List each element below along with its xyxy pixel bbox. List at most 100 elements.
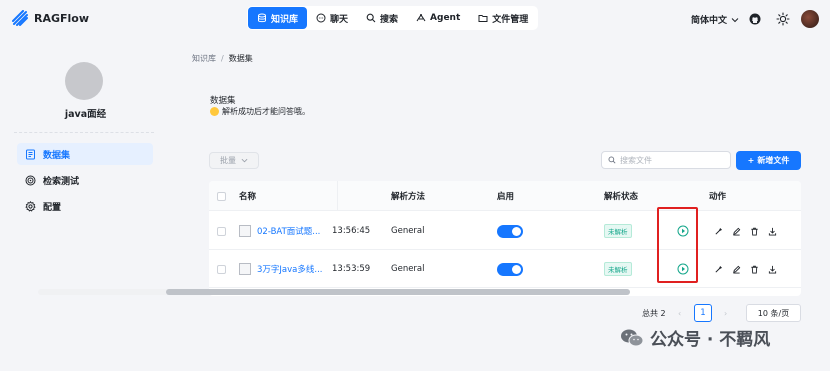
knowledge-base-avatar <box>65 62 103 100</box>
nav-label: 聊天 <box>330 14 349 25</box>
nav-file-manager[interactable]: 文件管理 <box>469 7 537 29</box>
gear-icon <box>25 200 36 212</box>
app-logo[interactable]: RAGFlow <box>12 10 89 26</box>
select-all-checkbox[interactable] <box>217 181 226 211</box>
parse-method: General <box>391 226 425 236</box>
breadcrumb-current: 数据集 <box>228 54 253 63</box>
download-icon[interactable] <box>768 265 777 274</box>
sidebar-item-label: 检索测试 <box>43 176 80 187</box>
file-search-box <box>601 151 731 169</box>
prev-page-icon[interactable]: ‹ <box>678 304 681 322</box>
page-title: 数据集 <box>210 96 236 106</box>
add-file-button[interactable]: + 新增文件 <box>736 151 801 170</box>
file-search-input[interactable] <box>620 155 720 165</box>
column-divider <box>337 181 338 211</box>
row-actions <box>714 212 786 250</box>
row-checkbox[interactable] <box>217 250 226 288</box>
edit-icon[interactable] <box>732 265 741 274</box>
edit-icon[interactable] <box>732 227 741 236</box>
parse-tip-text: 解析成功后才能问答哦。 <box>222 107 310 116</box>
parse-method: General <box>391 264 425 274</box>
search-icon <box>608 156 616 164</box>
top-bar: RAGFlow 知识库 聊天 搜索 Agent 文件管理 简体中文 <box>0 0 830 40</box>
table-horizontal-scrollbar[interactable] <box>38 289 630 295</box>
agent-icon <box>416 14 426 22</box>
column-header-name: 名称 <box>239 192 257 202</box>
language-select[interactable]: 简体中文 <box>691 13 739 26</box>
sidebar-item-dataset[interactable]: 数据集 <box>17 143 153 165</box>
status-badge: 未解析 <box>604 224 632 238</box>
nav-knowledge-base[interactable]: 知识库 <box>248 7 308 29</box>
language-label: 简体中文 <box>691 16 728 26</box>
document-icon <box>26 149 35 159</box>
main-nav: 知识库 聊天 搜索 Agent 文件管理 <box>247 6 539 30</box>
app-name: RAGFlow <box>34 11 90 25</box>
nav-agent[interactable]: Agent <box>407 7 469 29</box>
breadcrumb-separator: / <box>221 54 224 63</box>
column-header-enabled: 启用 <box>497 192 515 202</box>
nav-label: 文件管理 <box>492 14 529 25</box>
batch-dropdown[interactable]: 批量 <box>209 152 259 169</box>
sidebar-item-config[interactable]: 配置 <box>17 195 153 217</box>
nav-chat[interactable]: 聊天 <box>307 7 357 29</box>
file-thumbnail-icon <box>239 225 251 237</box>
page-size-label: 10 条/页 <box>757 308 790 318</box>
file-thumbnail-icon <box>239 263 251 275</box>
column-header-status: 解析状态 <box>604 192 639 202</box>
wechat-watermark: 公众号 · 不羁风 <box>620 325 770 350</box>
breadcrumb-root[interactable]: 知识库 <box>192 54 216 63</box>
search-icon <box>366 13 376 23</box>
row-actions <box>714 250 786 288</box>
status-badge-cell: 未解析 <box>604 212 632 250</box>
ragflow-logo-icon <box>12 10 28 26</box>
theme-toggle-icon[interactable] <box>776 12 790 26</box>
upload-time: 13:56:45 <box>332 226 371 236</box>
file-name-link[interactable]: 3万字Java多线... <box>257 263 322 275</box>
tool-icon[interactable] <box>714 227 723 236</box>
status-badge: 未解析 <box>604 262 632 276</box>
user-avatar[interactable] <box>801 10 819 28</box>
enable-toggle[interactable] <box>497 212 523 250</box>
file-cell: 3万字Java多线... <box>239 250 322 288</box>
scrollbar-thumb[interactable] <box>166 289 630 295</box>
batch-label: 批量 <box>220 156 236 165</box>
wechat-icon <box>621 329 644 346</box>
target-icon <box>25 175 36 185</box>
watermark-text: 公众号 · 不羁风 <box>650 330 771 350</box>
add-file-label: 新增文件 <box>757 156 790 165</box>
sidebar-item-label: 数据集 <box>43 150 71 161</box>
chevron-down-icon <box>731 17 739 22</box>
file-name-link[interactable]: 02-BAT面试题... <box>257 225 320 237</box>
pagination-total: 总共 2 <box>642 308 666 318</box>
parse-tip: 解析成功后才能问答哦。 <box>210 106 310 117</box>
github-icon[interactable] <box>749 13 761 25</box>
nav-search[interactable]: 搜索 <box>357 7 407 29</box>
next-page-icon[interactable]: › <box>724 304 727 322</box>
page-number-current[interactable]: 1 <box>694 304 712 322</box>
dataset-table: 名称 解析方法 启用 解析状态 动作 02-BAT面试题... 13:56:45… <box>209 181 801 296</box>
sidebar-divider <box>14 132 154 133</box>
sidebar: java面经 数据集 检索测试 配置 <box>0 40 171 371</box>
file-cell: 02-BAT面试题... <box>239 212 320 250</box>
sidebar-item-retrieval-test[interactable]: 检索测试 <box>17 169 153 191</box>
chevron-down-icon <box>241 158 248 163</box>
breadcrumb: 知识库 / 数据集 <box>192 53 253 64</box>
nav-label: Agent <box>430 13 461 23</box>
row-checkbox[interactable] <box>217 212 226 250</box>
column-header-method: 解析方法 <box>391 192 426 202</box>
table-row: 02-BAT面试题... 13:56:45 General 未解析 <box>209 212 801 250</box>
column-header-action: 动作 <box>709 192 727 202</box>
download-icon[interactable] <box>768 227 777 236</box>
enable-toggle[interactable] <box>497 250 523 288</box>
table-row: 3万字Java多线... 13:53:59 General 未解析 <box>209 250 801 288</box>
main-content: 知识库 / 数据集 数据集 解析成功后才能问答哦。 批量 + 新增文件 名称 解析方… <box>171 40 830 371</box>
delete-icon[interactable] <box>750 227 759 236</box>
sidebar-item-label: 配置 <box>43 202 62 213</box>
nav-label: 知识库 <box>271 14 299 25</box>
database-icon <box>258 13 266 23</box>
folder-icon <box>478 15 488 22</box>
delete-icon[interactable] <box>750 265 759 274</box>
tool-icon[interactable] <box>714 265 723 274</box>
smile-emoji-icon <box>210 107 219 116</box>
page-size-select[interactable]: 10 条/页 <box>746 304 801 322</box>
